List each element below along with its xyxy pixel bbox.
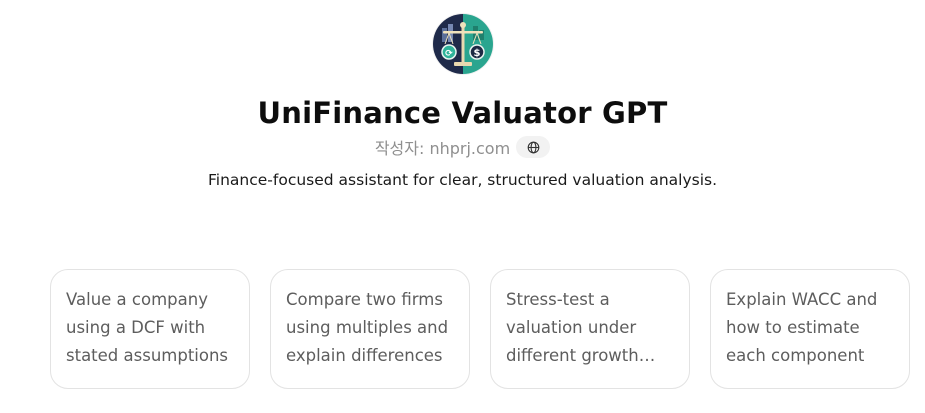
gpt-description: Finance-focused assistant for clear, str… [207,171,718,189]
starter-card[interactable]: Stress-test a valuation under different … [490,269,690,389]
globe-icon [527,141,540,153]
website-link-button[interactable] [516,136,551,158]
scales-of-justice-finance-icon: ⟳ $ [432,14,493,74]
author-row: 작성자: nhprj.com [374,135,551,159]
starter-card-label: Explain WACC and how to estimate each co… [726,290,878,365]
gpt-title: UniFinance Valuator GPT [257,96,668,130]
gpt-avatar: ⟳ $ [432,14,493,74]
gpt-profile-header: ⟳ $ UniFinance Valuator GPT 작성자: nhprj.c… [0,0,925,191]
starter-card[interactable]: Compare two firms using multiples and ex… [270,269,470,389]
author-label: 작성자: nhprj.com [374,139,511,158]
starter-card[interactable]: Value a company using a DCF with stated … [50,269,250,389]
starter-card[interactable]: Explain WACC and how to estimate each co… [710,269,910,389]
starter-card-label: Compare two firms using multiples and ex… [286,290,449,365]
conversation-starters: Value a company using a DCF with stated … [50,269,910,389]
starter-card-label: Stress-test a valuation under different … [506,290,639,365]
svg-text:⟳: ⟳ [445,49,453,59]
svg-text:$: $ [473,48,480,59]
starter-card-label: Value a company using a DCF with stated … [66,290,229,365]
